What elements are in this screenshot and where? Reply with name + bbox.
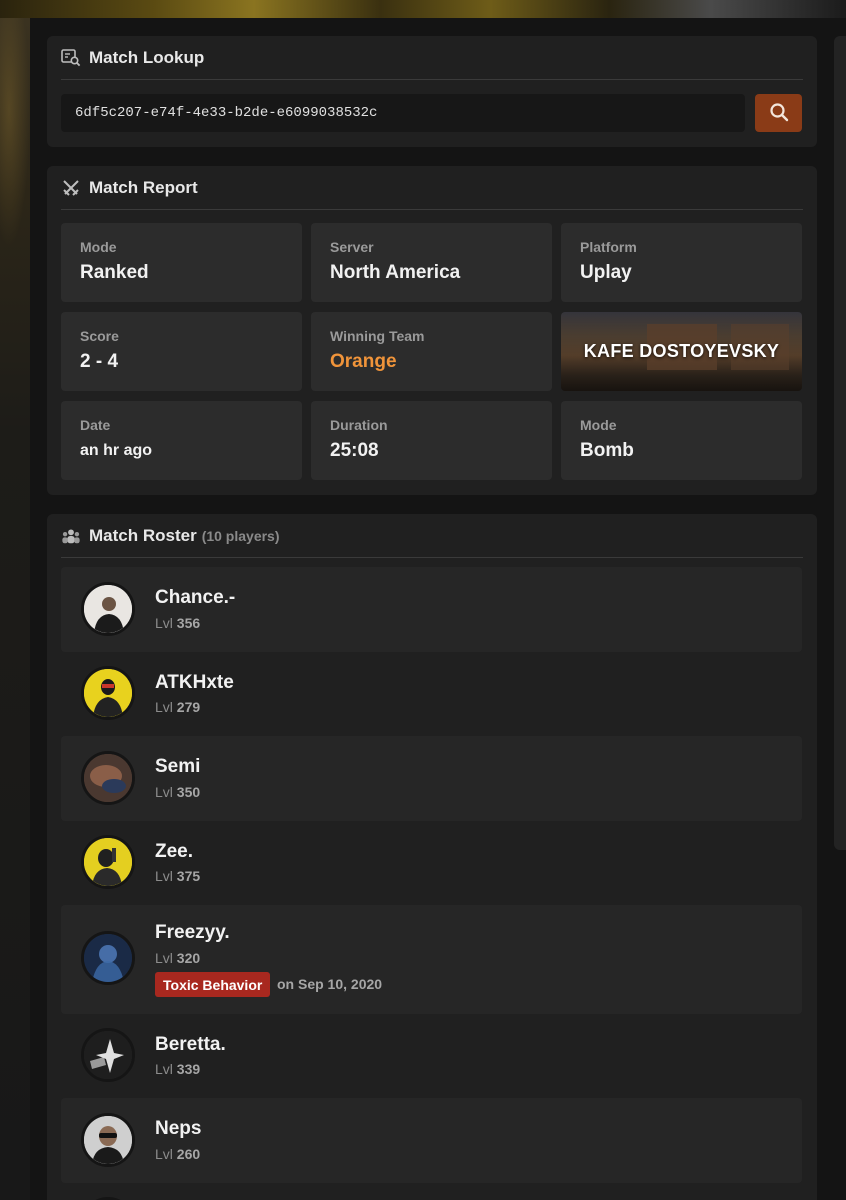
stat-label: Platform	[580, 239, 637, 255]
stat-label: Mode	[580, 417, 617, 433]
player-avatar	[81, 1028, 135, 1082]
player-name[interactable]: Neps	[155, 1118, 201, 1140]
level-value: 260	[176, 1146, 201, 1162]
map-name: KAFE DOSTOYEVSKY	[583, 341, 780, 361]
player-level: Lvl 350	[155, 784, 200, 800]
player-avatar	[81, 666, 135, 720]
stat-label: Score	[80, 328, 119, 344]
level-prefix: Lvl	[155, 1146, 173, 1162]
stat-label: Server	[330, 239, 374, 255]
match-report-title: Match Report	[89, 177, 198, 197]
level-value: 279	[176, 699, 201, 715]
player-row[interactable]: Neps Lvl 260	[61, 1098, 802, 1183]
level-prefix: Lvl	[155, 615, 173, 631]
level-value: 375	[176, 868, 201, 884]
player-level: Lvl 320	[155, 950, 200, 966]
player-row[interactable]: ATKHxte Lvl 279	[61, 652, 802, 736]
player-name[interactable]: Beretta.	[155, 1034, 226, 1056]
stat-score: Score 2 - 4	[61, 312, 302, 391]
player-level: Lvl 375	[155, 868, 200, 884]
level-value: 350	[176, 784, 201, 800]
player-count: (10 players)	[201, 527, 280, 544]
match-report-panel: Match Report Mode Ranked Server North Am…	[47, 166, 817, 495]
search-icon	[769, 102, 789, 125]
stat-value: an hr ago	[80, 442, 153, 459]
match-lookup-panel: Match Lookup	[47, 36, 817, 147]
level-prefix: Lvl	[155, 699, 173, 715]
match-lookup-header: Match Lookup	[61, 36, 803, 80]
player-avatar	[81, 931, 135, 985]
stat-duration: Duration 25:08	[311, 401, 552, 480]
player-row[interactable]: Semi Lvl 350	[61, 736, 802, 821]
stat-value: Uplay	[580, 262, 632, 283]
player-avatar	[81, 1113, 135, 1167]
stat-date: Date an hr ago	[61, 401, 302, 480]
player-avatar	[81, 835, 135, 889]
stat-value: Ranked	[80, 262, 149, 283]
match-id-input[interactable]	[61, 94, 745, 132]
search-document-icon	[61, 48, 81, 68]
map-card: KAFE DOSTOYEVSKY	[561, 312, 802, 391]
player-row[interactable]: Freezyy. Lvl 320 Toxic Behavior on Sep 1…	[61, 905, 802, 1014]
toxic-behavior-badge: Toxic Behavior	[155, 972, 271, 997]
level-prefix: Lvl	[155, 1061, 173, 1077]
player-row[interactable]: Chance.- Lvl 356	[61, 567, 802, 652]
player-row[interactable]	[61, 1183, 802, 1200]
player-level: Lvl 260	[155, 1146, 200, 1162]
player-row[interactable]: Beretta. Lvl 339	[61, 1014, 802, 1098]
match-roster-panel: Match Roster (10 players) Chance.- Lvl 3…	[47, 514, 817, 1200]
player-name[interactable]: Freezyy.	[155, 922, 230, 944]
level-value: 356	[176, 615, 201, 631]
match-lookup-title: Match Lookup	[89, 47, 205, 67]
stat-game-mode: Mode Bomb	[561, 401, 802, 480]
stat-value: 25:08	[330, 440, 379, 461]
match-roster-header: Match Roster (10 players)	[61, 514, 803, 558]
stat-label: Date	[80, 417, 111, 433]
match-report-header: Match Report	[61, 166, 803, 210]
stat-mode: Mode Ranked	[61, 223, 302, 302]
stat-label: Mode	[80, 239, 117, 255]
player-level: Lvl 279	[155, 699, 200, 715]
stat-value: North America	[330, 262, 461, 283]
group-icon	[61, 526, 81, 546]
background-art	[0, 18, 30, 1200]
hero-banner	[0, 0, 846, 18]
player-name[interactable]: Zee.	[155, 841, 193, 863]
stat-server: Server North America	[311, 223, 552, 302]
level-value: 339	[176, 1061, 201, 1077]
stat-platform: Platform Uplay	[561, 223, 802, 302]
flag-date: on Sep 10, 2020	[277, 976, 383, 992]
level-prefix: Lvl	[155, 950, 173, 966]
player-row[interactable]: Zee. Lvl 375	[61, 821, 802, 905]
player-name[interactable]: Chance.-	[155, 587, 235, 609]
player-level: Lvl 356	[155, 615, 200, 631]
player-name[interactable]: ATKHxte	[155, 672, 234, 694]
stat-label: Winning Team	[330, 328, 425, 344]
level-value: 320	[176, 950, 201, 966]
level-prefix: Lvl	[155, 784, 173, 800]
player-avatar	[81, 582, 135, 636]
side-panel-edge	[834, 36, 846, 850]
crossed-swords-icon	[61, 178, 81, 198]
stat-winning-team: Winning Team Orange	[311, 312, 552, 391]
stat-value: Bomb	[580, 440, 634, 461]
match-roster-title: Match Roster	[89, 525, 197, 545]
level-prefix: Lvl	[155, 868, 173, 884]
stat-value: 2 - 4	[80, 351, 119, 372]
winning-team-value: Orange	[330, 351, 397, 372]
player-avatar	[81, 751, 135, 805]
player-name[interactable]: Semi	[155, 756, 200, 778]
player-level: Lvl 339	[155, 1061, 200, 1077]
search-button[interactable]	[755, 94, 802, 132]
stat-label: Duration	[330, 417, 388, 433]
